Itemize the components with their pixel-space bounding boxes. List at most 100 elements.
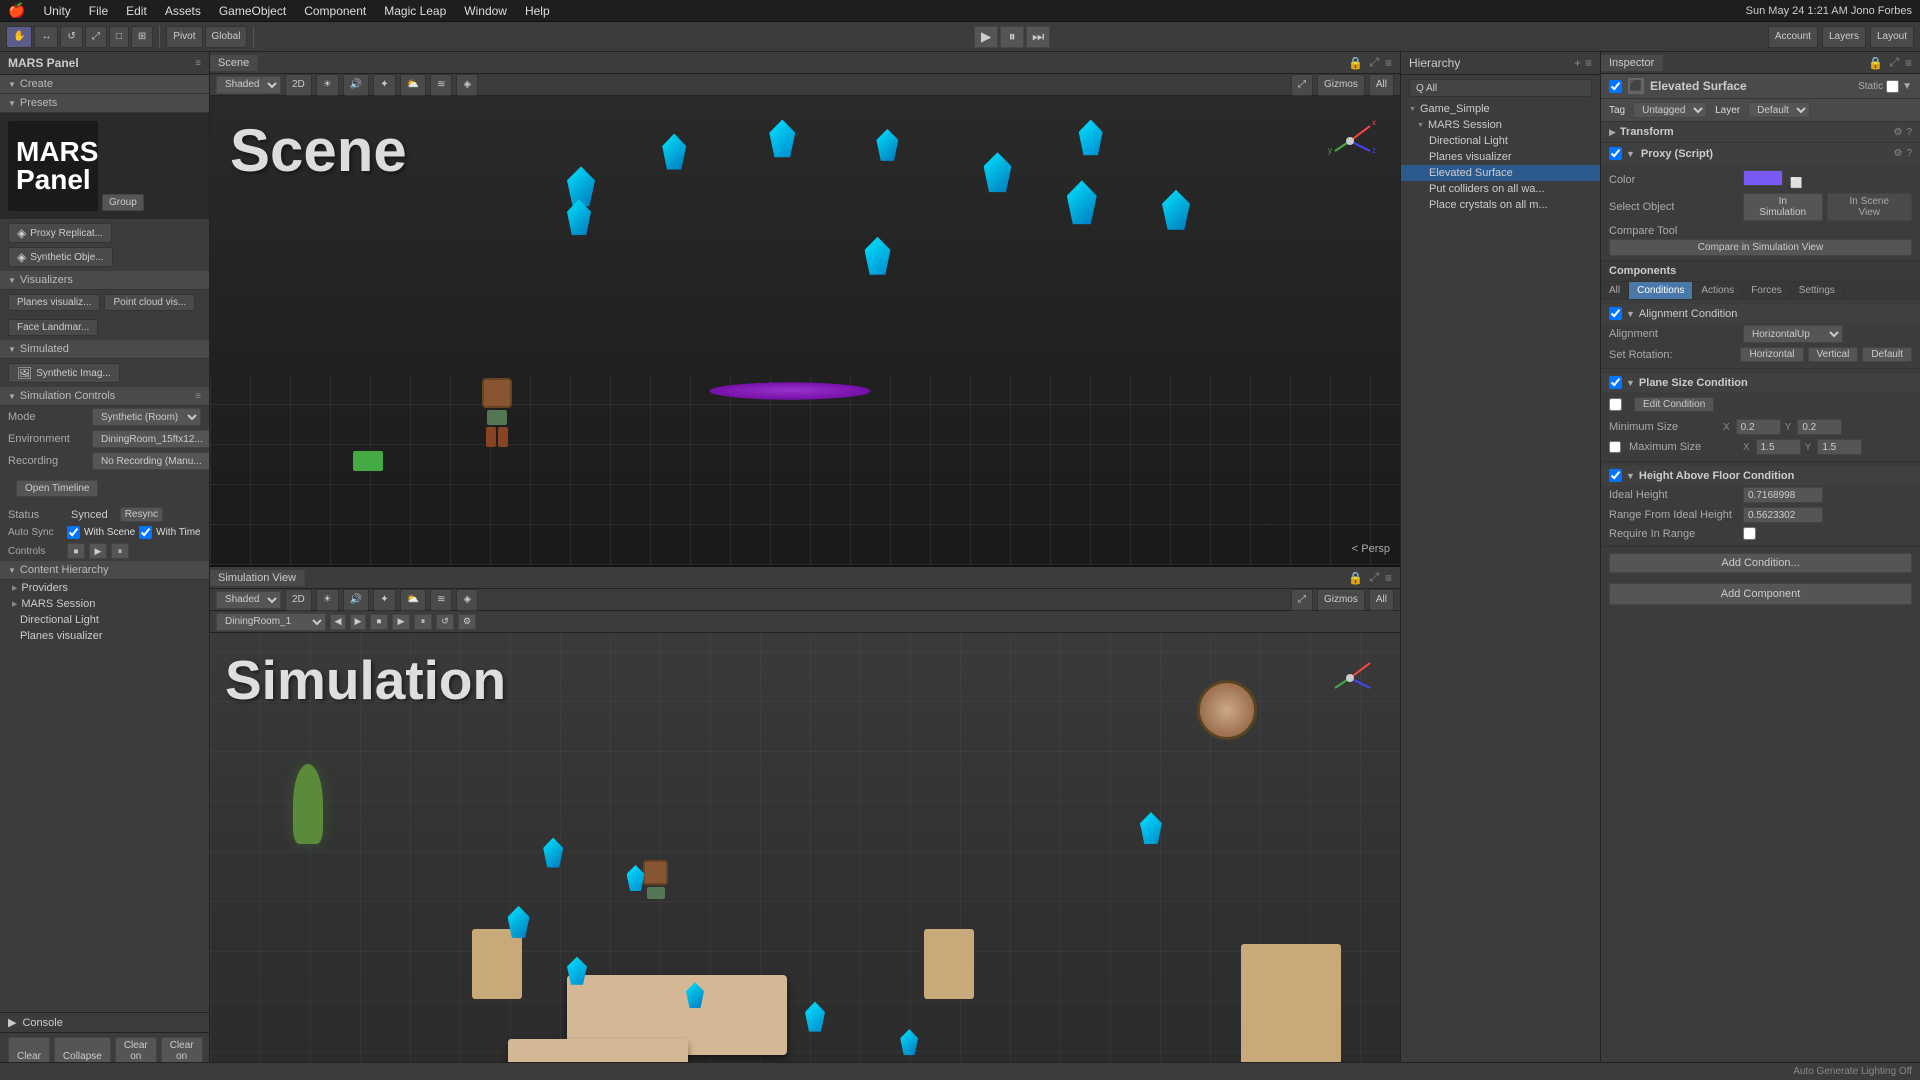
scene-maximize-btn[interactable]: ⤢ (1367, 55, 1381, 70)
scene-flare-btn[interactable]: ◈ (456, 74, 478, 96)
in-scene-view-btn[interactable]: In Scene View (1827, 193, 1912, 221)
menu-window[interactable]: Window (456, 2, 515, 20)
require-range-checkbox[interactable] (1743, 527, 1756, 540)
range-ideal-input[interactable] (1743, 507, 1823, 523)
height-floor-header[interactable]: ▼ Height Above Floor Condition (1601, 466, 1920, 485)
scene-tab[interactable]: Scene (210, 55, 258, 71)
ideal-height-input[interactable] (1743, 487, 1823, 503)
sim-play-btn[interactable]: ▶ (392, 614, 410, 630)
sim-flare-btn[interactable]: ◈ (456, 589, 478, 611)
env-select[interactable]: DiningRoom_15ftx12... (92, 430, 210, 448)
sim-fx-btn[interactable]: ✦ (373, 589, 395, 611)
default-rotation-btn[interactable]: Default (1862, 347, 1912, 362)
recording-select[interactable]: No Recording (Manu... (92, 452, 210, 470)
rect-tool-btn[interactable]: □ (109, 26, 129, 48)
color-alpha-btn[interactable]: ⬜ (1790, 178, 1802, 189)
hierarchy-add-btn[interactable]: + (1574, 56, 1581, 70)
sim-stop-btn[interactable]: ⏹ (370, 614, 388, 630)
group-btn[interactable]: Group (102, 194, 144, 211)
max-x-input[interactable] (1756, 439, 1801, 455)
vertical-btn[interactable]: Vertical (1808, 347, 1859, 362)
hierarchy-menu-btn[interactable]: ≡ (1585, 56, 1592, 70)
room-prev-btn[interactable]: ◀ (330, 614, 346, 630)
add-condition-btn[interactable]: Add Condition... (1609, 553, 1912, 573)
scene-2d-btn[interactable]: 2D (285, 74, 312, 96)
directional-light-item[interactable]: Directional Light (0, 612, 209, 628)
pivot-btn[interactable]: Pivot (166, 26, 202, 48)
scene-all-btn[interactable]: All (1369, 74, 1394, 96)
sim-pause-btn[interactable]: ⏸ (414, 614, 432, 630)
in-simulation-btn[interactable]: In Simulation (1743, 193, 1823, 221)
sim-shaded-select[interactable]: Shaded (216, 591, 281, 609)
hier-mars-session[interactable]: ▼ MARS Session (1401, 117, 1600, 133)
sim-2d-btn[interactable]: 2D (285, 589, 312, 611)
sim-controls-menu-icon[interactable]: ≡ (195, 391, 201, 402)
proxy-help-icon[interactable]: ? (1906, 148, 1912, 159)
open-timeline-btn[interactable]: Open Timeline (16, 480, 98, 497)
menu-help[interactable]: Help (517, 2, 558, 20)
synthetic-obj-btn[interactable]: ◈ Synthetic Obje... (8, 247, 113, 267)
ctrl-stop-btn[interactable]: ⏹ (67, 543, 85, 559)
layout-btn[interactable]: Layout (1870, 26, 1914, 48)
move-tool-btn[interactable]: ↔ (34, 26, 58, 48)
room-next-btn[interactable]: ▶ (350, 614, 366, 630)
transform-settings-icon[interactable]: ⚙ (1893, 127, 1902, 138)
point-cloud-btn[interactable]: Point cloud vis... (104, 294, 195, 311)
content-hierarchy-header[interactable]: ▼ Content Hierarchy (0, 561, 209, 580)
scene-audio-btn[interactable]: 🔊 (343, 74, 369, 96)
sim-step-btn[interactable]: ↺ (436, 614, 454, 630)
planes-viz-item[interactable]: Planes visualizer (0, 628, 209, 644)
layers-btn[interactable]: Layers (1822, 26, 1866, 48)
scale-tool-btn[interactable]: ⤢ (85, 26, 107, 48)
resync-btn[interactable]: Resync (120, 507, 163, 522)
hier-put-colliders[interactable]: Put colliders on all wa... (1401, 181, 1600, 197)
proxy-enable-checkbox[interactable] (1609, 147, 1622, 160)
layer-select[interactable]: Default (1748, 102, 1810, 118)
account-btn[interactable]: Account (1768, 26, 1818, 48)
scene-sky-btn[interactable]: ⛅ (400, 74, 426, 96)
static-dropdown-icon[interactable]: ▼ (1902, 81, 1912, 92)
tab-conditions[interactable]: Conditions (1629, 282, 1693, 299)
min-y-input[interactable] (1797, 419, 1842, 435)
tab-forces[interactable]: Forces (1743, 282, 1791, 299)
sim-settings-btn[interactable]: ⚙ (458, 614, 476, 630)
rotate-tool-btn[interactable]: ↺ (60, 26, 82, 48)
sim-controls-section-header[interactable]: ▼ Simulation Controls ≡ (0, 387, 209, 406)
with-scene-checkbox[interactable] (67, 526, 80, 539)
face-landmark-btn[interactable]: Face Landmar... (8, 319, 98, 336)
create-section-header[interactable]: ▼ Create (0, 75, 209, 94)
hier-planes-viz[interactable]: Planes visualizer (1401, 149, 1600, 165)
sim-sky-btn[interactable]: ⛅ (400, 589, 426, 611)
scene-shaded-select[interactable]: Shaded (216, 76, 281, 94)
alignment-select[interactable]: HorizontalUp (1743, 325, 1843, 343)
add-component-btn[interactable]: Add Component (1609, 583, 1912, 605)
scene-light-btn[interactable]: ☀ (316, 74, 339, 96)
hier-elevated-surface[interactable]: Elevated Surface (1401, 165, 1600, 181)
tag-select[interactable]: Untagged (1633, 102, 1707, 118)
insp-lock-btn[interactable]: 🔒 (1866, 55, 1885, 70)
scene-maximize2-btn[interactable]: ⤢ (1291, 74, 1313, 96)
scene-fog-btn[interactable]: ≋ (430, 74, 452, 96)
hier-place-crystals[interactable]: Place crystals on all m... (1401, 197, 1600, 213)
planes-viz-btn[interactable]: Planes visualiz... (8, 294, 100, 311)
ctrl-pause-btn[interactable]: ⏸ (111, 543, 129, 559)
sim-light-btn[interactable]: ☀ (316, 589, 339, 611)
global-btn[interactable]: Global (205, 26, 248, 48)
menu-file[interactable]: File (81, 2, 116, 20)
tab-settings[interactable]: Settings (1791, 282, 1844, 299)
edit-condition-btn[interactable]: Edit Condition (1634, 397, 1714, 412)
transform-help-icon[interactable]: ? (1906, 127, 1912, 138)
sim-maximize-btn[interactable]: ⤢ (1367, 570, 1381, 585)
sim-audio-btn[interactable]: 🔊 (343, 589, 369, 611)
horizontal-btn[interactable]: Horizontal (1740, 347, 1803, 362)
color-swatch[interactable] (1743, 170, 1783, 186)
scene-fx-btn[interactable]: ✦ (373, 74, 395, 96)
alignment-enable-checkbox[interactable] (1609, 307, 1622, 320)
floor-enable-checkbox[interactable] (1609, 469, 1622, 482)
min-x-input[interactable] (1736, 419, 1781, 435)
sim-menu-btn[interactable]: ≡ (1383, 570, 1394, 585)
compare-simulation-btn[interactable]: Compare in Simulation View (1609, 239, 1912, 256)
hier-game-simple[interactable]: ▼ Game_Simple (1401, 101, 1600, 117)
proxy-replicate-btn[interactable]: ◈ Proxy Replicat... (8, 223, 112, 243)
scene-lock-btn[interactable]: 🔒 (1346, 55, 1365, 70)
